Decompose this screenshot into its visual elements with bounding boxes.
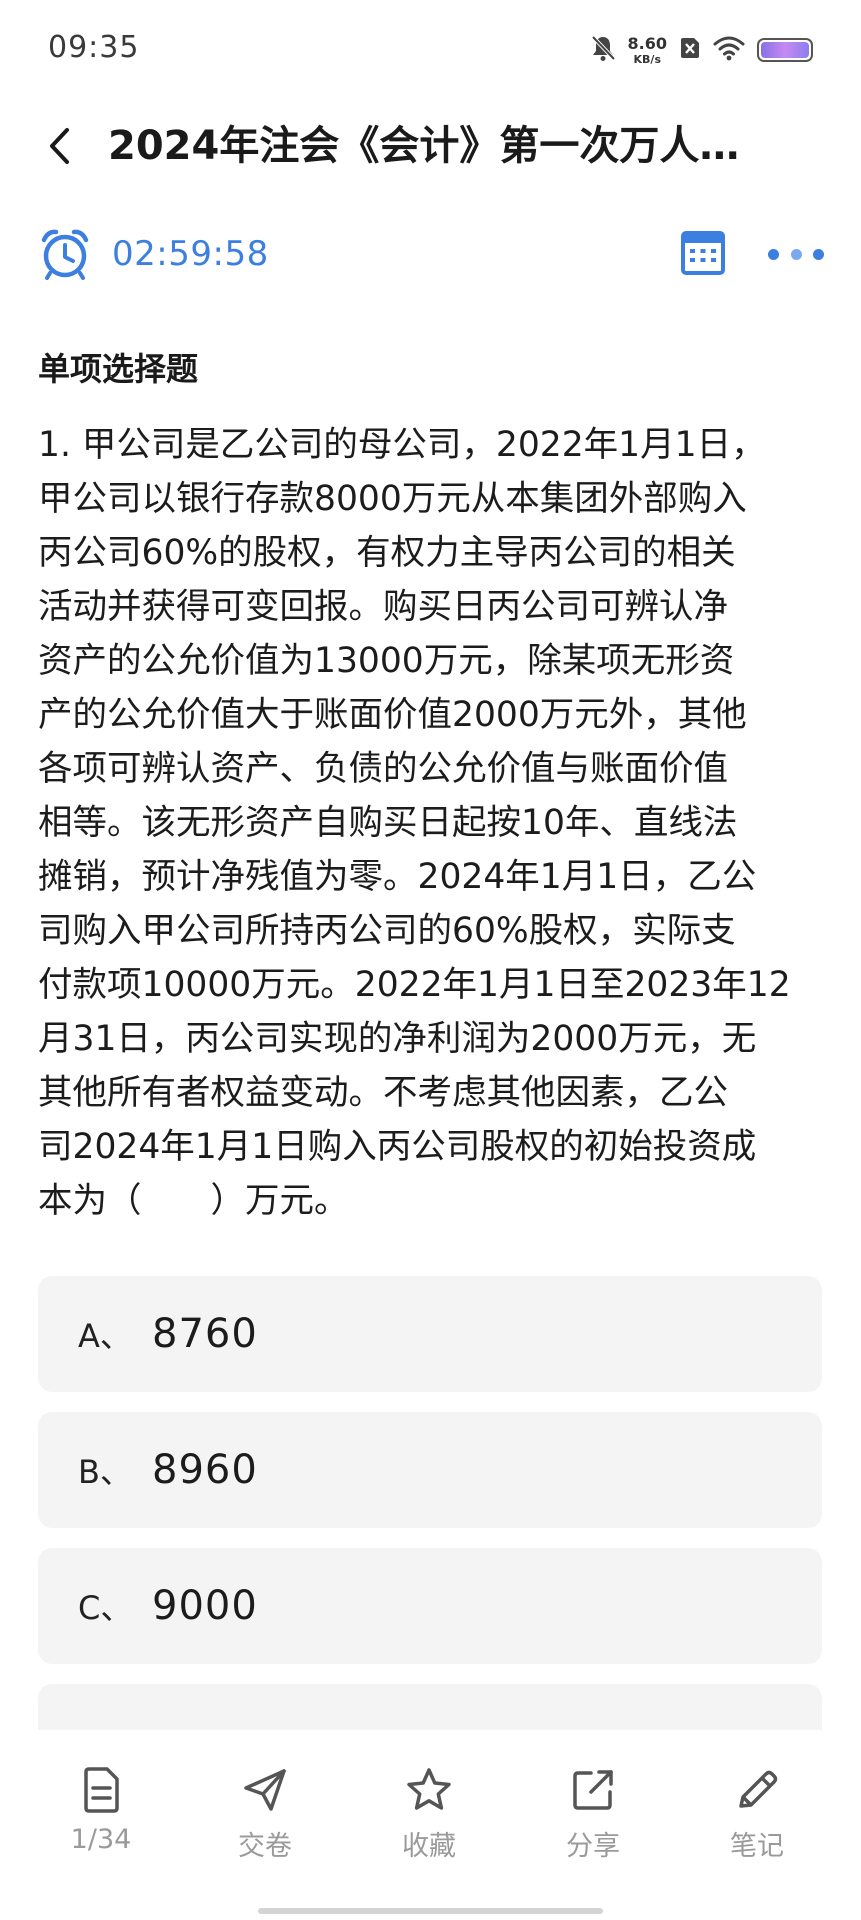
submit-exam-button[interactable]: 交卷 — [205, 1766, 325, 1863]
question-line: 各项可辨认资产、负债的公允价值与账面价值 — [38, 749, 728, 789]
more-options-button[interactable] — [768, 240, 824, 268]
nav-label: 分享 — [566, 1831, 620, 1862]
send-icon — [244, 1769, 286, 1811]
option-value: 8760 — [152, 1311, 258, 1357]
alarm-clock-icon — [41, 229, 89, 280]
option-c[interactable]: C、 9000 — [38, 1548, 822, 1664]
star-icon — [407, 1768, 451, 1810]
chevron-left-icon — [50, 128, 69, 164]
status-bar: 09:35 8.60 KB/s — [0, 0, 861, 100]
back-button[interactable] — [36, 118, 84, 174]
question-line: 甲公司以银行存款8000万元从本集团外部购入 — [38, 479, 747, 519]
nav-label: 交卷 — [238, 1831, 292, 1862]
question-line: 相等。该无形资产自购买日起按10年、直线法 — [38, 803, 738, 843]
net-speed: 8.60 KB/s — [627, 33, 667, 66]
option-b[interactable]: B、 8960 — [38, 1412, 822, 1528]
question-line: 1. 甲公司是乙公司的母公司，2022年1月1日， — [38, 425, 766, 465]
page-title: 2024年注会《会计》第一次万人… — [108, 123, 740, 169]
nav-label: 笔记 — [730, 1831, 784, 1862]
question-line: 摊销，预计净残值为零。2024年1月1日，乙公 — [38, 857, 757, 897]
timer-row: 02:59:58 — [0, 222, 861, 286]
question-line: 其他所有者权益变动。不考虑其他因素，乙公 — [38, 1073, 728, 1113]
answer-sheet-button[interactable] — [680, 230, 726, 276]
option-value: 8960 — [152, 1447, 258, 1493]
header: 2024年注会《会计》第一次万人… — [0, 104, 861, 188]
question-line: 月31日，丙公司实现的净利润为2000万元，无 — [38, 1019, 757, 1059]
option-letter: B、 — [78, 1453, 132, 1491]
question-line: 司购入甲公司所持丙公司的60%股权，实际支 — [38, 911, 736, 951]
answer-sheet-icon — [681, 231, 725, 275]
nav-label: 1/34 — [70, 1824, 132, 1855]
net-speed-unit: KB/s — [633, 52, 661, 66]
pencil-icon — [739, 1770, 778, 1808]
favorite-button[interactable]: 收藏 — [369, 1766, 489, 1863]
notes-button[interactable]: 笔记 — [697, 1766, 817, 1863]
share-button[interactable]: 分享 — [533, 1766, 653, 1863]
share-icon — [573, 1770, 613, 1810]
bottom-toolbar: 1/34 交卷 收藏 分享 笔记 — [0, 1730, 861, 1920]
status-icons: 8.60 KB/s — [590, 28, 813, 72]
home-indicator[interactable] — [258, 1908, 603, 1914]
question-stem: 1. 甲公司是乙公司的母公司，2022年1月1日， 甲公司以银行存款8000万元… — [38, 418, 828, 1228]
sim-x-icon — [679, 36, 701, 64]
net-speed-value: 8.60 — [627, 33, 667, 53]
option-a[interactable]: A、 8760 — [38, 1276, 822, 1392]
document-icon — [84, 1767, 119, 1813]
bell-off-icon — [590, 34, 616, 66]
status-time: 09:35 — [48, 30, 140, 65]
more-dot-icon — [813, 248, 824, 260]
question-type-title: 单项选择题 — [38, 350, 199, 388]
option-value: 9000 — [152, 1583, 258, 1629]
question-line: 本为（ ）万元。 — [38, 1181, 349, 1221]
exam-screen: 09:35 8.60 KB/s 2024年注会《会计》第一次万人… 02:59:… — [0, 0, 861, 1920]
nav-label: 收藏 — [402, 1831, 456, 1862]
question-line: 付款项10000万元。2022年1月1日至2023年12 — [38, 965, 791, 1005]
option-letter: C、 — [78, 1589, 133, 1627]
countdown-timer: 02:59:58 — [112, 234, 269, 274]
option-letter: A、 — [78, 1317, 132, 1355]
question-line: 资产的公允价值为13000万元，除某项无形资 — [38, 641, 735, 681]
question-line: 丙公司60%的股权，有权力主导丙公司的相关 — [38, 533, 736, 573]
battery-level — [761, 42, 809, 58]
battery-icon — [757, 38, 813, 62]
more-dot-icon — [768, 248, 779, 260]
wifi-icon — [713, 35, 745, 65]
more-dot-icon — [790, 248, 802, 260]
question-line: 司2024年1月1日购入丙公司股权的初始投资成 — [38, 1127, 757, 1167]
question-index-button[interactable]: 1/34 — [41, 1766, 161, 1855]
option-d[interactable] — [38, 1684, 822, 1736]
question-line: 活动并获得可变回报。购买日丙公司可辨认净 — [38, 587, 728, 627]
question-line: 产的公允价值大于账面价值2000万元外，其他 — [38, 695, 747, 735]
